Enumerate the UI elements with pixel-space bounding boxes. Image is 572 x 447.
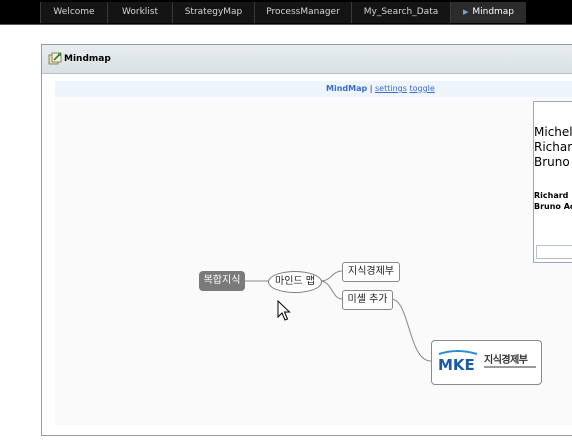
mke-logo-caption: 지식경제부 <box>484 355 528 366</box>
toolbar-separator: | <box>369 84 373 93</box>
user-name: Michell <box>534 125 572 139</box>
active-tab-arrow-icon: ▶ <box>462 8 469 16</box>
mindmap-app-icon <box>48 52 62 65</box>
mindmap-center-node[interactable]: 마인드 맵 <box>268 271 322 293</box>
tab-strategymap[interactable]: StrategyMap <box>172 2 254 23</box>
tab-my-search-data[interactable]: My_Search_Data <box>351 2 450 23</box>
mke-logo-icon: MKE <box>438 350 478 374</box>
user-name: Richard <box>534 140 572 154</box>
settings-link[interactable]: settings <box>375 84 407 93</box>
mindmap-child-node[interactable]: 미셸 추가 <box>342 290 393 310</box>
user-name-list: Michell Richard Bruno A <box>534 125 572 170</box>
tab-mindmap[interactable]: ▶ Mindmap <box>450 2 526 23</box>
panel-title: Mindmap <box>64 54 111 64</box>
nav-divider <box>0 24 572 25</box>
mouse-pointer-icon <box>277 300 291 321</box>
tab-mindmap-label: Mindmap <box>472 7 515 17</box>
user-name: Bruno A <box>534 155 572 169</box>
bold-user-name: Richard I <box>534 191 572 200</box>
panel-header: Mindmap <box>42 45 572 74</box>
tab-welcome[interactable]: Welcome <box>40 2 107 23</box>
mindmap-child-node[interactable]: 지식경제부 <box>342 262 400 282</box>
toolbar-title: MindMap <box>326 84 368 93</box>
mke-logo-subline <box>484 366 536 368</box>
mindmap-toolbar: MindMap | settings toggle <box>55 81 572 97</box>
mke-logo-mark: MKE <box>438 356 475 374</box>
user-info-box: Michell Richard Bruno A Richard I Bruno … <box>533 101 572 263</box>
bold-user-name: Bruno Ac <box>534 202 572 211</box>
bold-name-list: Richard I Bruno Ac <box>534 190 572 212</box>
mindmap-root-node[interactable]: 복합지식 <box>199 271 245 291</box>
tab-processmanager[interactable]: ProcessManager <box>254 2 351 23</box>
info-input-field[interactable] <box>536 245 572 259</box>
mindmap-image-node[interactable]: MKE 지식경제부 <box>431 340 542 385</box>
tab-worklist[interactable]: Worklist <box>107 2 172 23</box>
toggle-link[interactable]: toggle <box>409 84 434 93</box>
top-navigation-bar: Welcome Worklist StrategyMap ProcessMana… <box>0 0 572 25</box>
